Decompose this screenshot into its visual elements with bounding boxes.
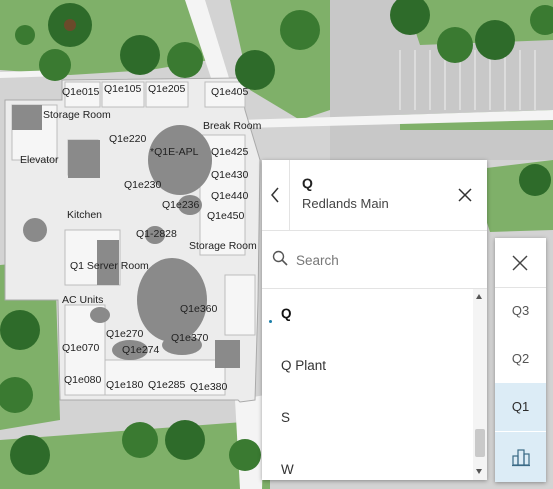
list-item-label: S: [281, 410, 291, 425]
room-label: Q1e070: [62, 342, 100, 354]
room-label: Q1e274: [122, 344, 160, 356]
room-label: Q1e180: [106, 379, 144, 391]
room-label: Storage Room: [189, 240, 257, 252]
scroll-thumb[interactable]: [475, 429, 485, 457]
room-label: Q1e236: [162, 199, 200, 211]
room-label: Q1e270: [106, 328, 144, 340]
floor-button-q1[interactable]: Q1: [495, 383, 546, 431]
close-icon: [512, 255, 528, 271]
buildings-button[interactable]: [495, 432, 546, 482]
panel-header: Q Redlands Main: [262, 160, 487, 231]
building-picker-panel: Q Redlands Main Q Q Plant S W: [262, 160, 487, 480]
room-label: Elevator: [20, 154, 59, 166]
room-label: Q1-2828: [136, 228, 177, 240]
room-label: Q1e380: [190, 381, 228, 393]
room-label: Q1e205: [148, 83, 186, 95]
site-subtitle: Redlands Main: [302, 196, 389, 211]
list-scrollbar[interactable]: [473, 289, 487, 480]
search-bar: [262, 231, 487, 289]
room-label: Q1e230: [124, 179, 162, 191]
close-floor-selector-button[interactable]: [495, 238, 546, 288]
room-label: Q1e080: [64, 374, 102, 386]
list-item-q-plant[interactable]: Q Plant: [262, 341, 472, 393]
back-button[interactable]: [262, 160, 290, 230]
room-label: Q1e370: [171, 332, 209, 344]
room-label: Q1e105: [104, 83, 142, 95]
chevron-left-icon: [271, 187, 279, 203]
floor-selector: Q3 Q2 Q1: [495, 238, 546, 482]
room-label: AC Units: [62, 294, 104, 306]
room-label: Q1e450: [207, 210, 245, 222]
room-label: Q1e015: [62, 86, 100, 98]
list-item-q[interactable]: Q: [262, 289, 472, 341]
search-input[interactable]: [294, 246, 478, 274]
facility-title: Q: [302, 175, 313, 191]
room-label: Q1e360: [180, 303, 218, 315]
list-item-label: Q Plant: [281, 358, 327, 373]
room-label: Q1e220: [109, 133, 147, 145]
room-label: Kitchen: [67, 209, 103, 221]
list-item-w[interactable]: W: [262, 445, 472, 480]
close-panel-button[interactable]: [455, 185, 475, 205]
scroll-up-arrow[interactable]: [476, 294, 482, 299]
facility-list: Q Q Plant S W: [262, 289, 472, 480]
list-item-s[interactable]: S: [262, 393, 472, 445]
room-label: *Q1E-APL: [150, 146, 199, 158]
floor-button-q2[interactable]: Q2: [495, 335, 546, 383]
room-label: Q1 Server Room: [70, 260, 149, 272]
close-icon: [458, 188, 472, 202]
room-label: Q1e425: [211, 146, 249, 158]
room-label: Q1e405: [211, 86, 249, 98]
search-icon: [272, 250, 288, 266]
scroll-down-arrow[interactable]: [476, 469, 482, 474]
floor-button-q3[interactable]: Q3: [495, 287, 546, 335]
room-label: Q1e430: [211, 169, 249, 181]
room-label: Q1e440: [211, 190, 249, 202]
buildings-icon: [512, 449, 530, 467]
room-label: Break Room: [203, 120, 262, 132]
room-label: Storage Room: [43, 109, 111, 121]
active-indicator: [269, 320, 272, 323]
list-item-label: W: [281, 462, 294, 477]
room-label: Q1e285: [148, 379, 186, 391]
list-item-label: Q: [281, 306, 292, 321]
